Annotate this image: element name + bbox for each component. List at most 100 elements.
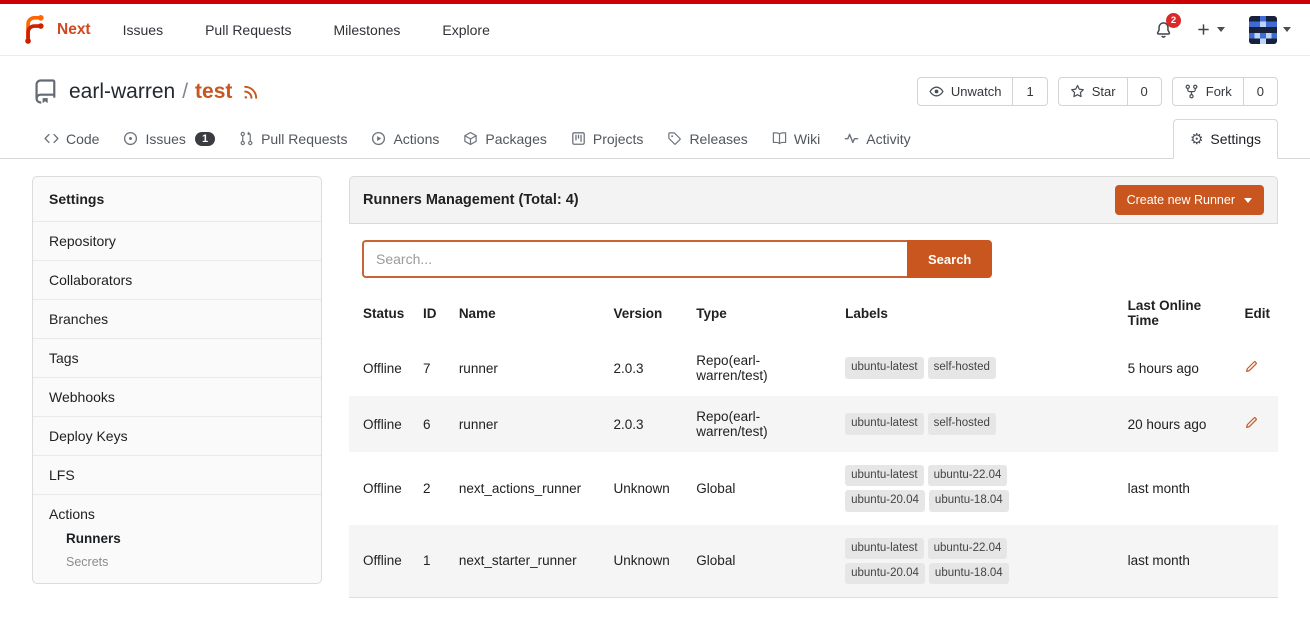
tab-code[interactable]: Code xyxy=(32,119,111,158)
settings-sidebar: Settings Repository Collaborators Branch… xyxy=(32,176,322,584)
runner-type: Repo(earl-warren/test) xyxy=(688,340,837,396)
runner-search-input[interactable] xyxy=(362,240,907,278)
runners-table-header: Status ID Name Version Type Labels Last … xyxy=(349,286,1278,340)
gear-icon: ⚙ xyxy=(1190,132,1203,147)
runner-labels: ubuntu-latest self-hosted xyxy=(837,396,1119,452)
unwatch-button[interactable]: Unwatch xyxy=(918,78,1013,105)
runner-edit-cell-empty xyxy=(1236,452,1278,525)
brand-name: Next xyxy=(57,21,91,39)
sidebar-item-webhooks[interactable]: Webhooks xyxy=(33,377,321,416)
sidebar-item-collaborators[interactable]: Collaborators xyxy=(33,260,321,299)
sidebar-item-repository[interactable]: Repository xyxy=(33,221,321,260)
runner-last-online: last month xyxy=(1120,452,1237,525)
nav-pull-requests[interactable]: Pull Requests xyxy=(205,22,291,38)
tab-issues[interactable]: Issues 1 xyxy=(111,119,227,158)
star-button-group: Star 0 xyxy=(1058,77,1162,106)
stars-count[interactable]: 0 xyxy=(1127,78,1161,105)
runner-labels: ubuntu-latest ubuntu-22.04 ubuntu-20.04 … xyxy=(837,525,1119,598)
unwatch-label: Unwatch xyxy=(951,84,1002,99)
tab-activity[interactable]: Activity xyxy=(832,119,922,158)
code-icon xyxy=(44,131,59,146)
edit-runner-button[interactable] xyxy=(1244,415,1259,430)
runner-version: Unknown xyxy=(606,452,689,525)
forks-count[interactable]: 0 xyxy=(1243,78,1277,105)
sidebar-item-actions[interactable]: Actions Runners Secrets xyxy=(33,494,321,583)
search-button[interactable]: Search xyxy=(907,240,992,278)
nav-issues[interactable]: Issues xyxy=(123,22,163,38)
notifications-button[interactable]: 2 xyxy=(1155,21,1172,38)
runner-last-online: 5 hours ago xyxy=(1120,340,1237,396)
column-header-status: Status xyxy=(349,286,415,340)
watch-button-group: Unwatch 1 xyxy=(917,77,1048,106)
tab-pull-requests[interactable]: Pull Requests xyxy=(227,119,359,158)
chevron-down-icon xyxy=(1217,27,1225,32)
create-new-runner-button[interactable]: Create new Runner xyxy=(1115,185,1264,215)
create-new-dropdown[interactable] xyxy=(1196,22,1225,37)
top-navbar: Next Issues Pull Requests Milestones Exp… xyxy=(0,4,1310,56)
user-menu[interactable] xyxy=(1249,16,1291,44)
runner-last-online: 20 hours ago xyxy=(1120,396,1237,452)
runner-label-chip: ubuntu-latest xyxy=(845,413,924,434)
runner-labels: ubuntu-latest self-hosted xyxy=(837,340,1119,396)
nav-milestones[interactable]: Milestones xyxy=(333,22,400,38)
runner-version: 2.0.3 xyxy=(606,340,689,396)
fork-button[interactable]: Fork xyxy=(1173,78,1243,105)
repo-owner-link[interactable]: earl-warren xyxy=(69,80,175,104)
runner-version: Unknown xyxy=(606,525,689,598)
play-icon xyxy=(371,131,386,146)
sidebar-subitem-runners[interactable]: Runners xyxy=(66,531,305,546)
runner-label-chip: ubuntu-18.04 xyxy=(929,563,1009,584)
create-runner-label: Create new Runner xyxy=(1127,193,1235,207)
sidebar-subitem-secrets[interactable]: Secrets xyxy=(66,555,305,569)
repo-action-buttons: Unwatch 1 Star 0 xyxy=(917,77,1278,106)
book-icon xyxy=(772,131,787,146)
rss-icon xyxy=(242,83,260,101)
git-pull-request-icon xyxy=(239,131,254,146)
project-board-icon xyxy=(571,131,586,146)
star-button[interactable]: Star xyxy=(1059,78,1127,105)
pulse-icon xyxy=(844,131,859,146)
repo-separator: / xyxy=(182,80,188,104)
watchers-count[interactable]: 1 xyxy=(1012,78,1046,105)
runner-id: 6 xyxy=(415,396,451,452)
sidebar-actions-label: Actions xyxy=(49,506,95,522)
table-row: Offline 1 next_starter_runner Unknown Gl… xyxy=(349,525,1278,598)
table-row: Offline 6 runner 2.0.3 Repo(earl-warren/… xyxy=(349,396,1278,452)
pencil-icon xyxy=(1244,359,1259,374)
sidebar-item-branches[interactable]: Branches xyxy=(33,299,321,338)
tab-wiki[interactable]: Wiki xyxy=(760,119,832,158)
tab-packages[interactable]: Packages xyxy=(451,119,558,158)
runner-id: 7 xyxy=(415,340,451,396)
runner-status: Offline xyxy=(349,452,415,525)
issues-count-badge: 1 xyxy=(195,132,215,146)
page-content: Settings Repository Collaborators Branch… xyxy=(0,159,1310,598)
table-row: Offline 7 runner 2.0.3 Repo(earl-warren/… xyxy=(349,340,1278,396)
tab-projects[interactable]: Projects xyxy=(559,119,656,158)
sidebar-item-lfs[interactable]: LFS xyxy=(33,455,321,494)
fork-label: Fork xyxy=(1206,84,1232,99)
pencil-icon xyxy=(1244,415,1259,430)
column-header-last-online: Last Online Time xyxy=(1120,286,1237,340)
notification-count-badge: 2 xyxy=(1166,13,1181,28)
tab-actions[interactable]: Actions xyxy=(359,119,451,158)
runner-type: Global xyxy=(688,452,837,525)
sidebar-actions-submenu: Runners Secrets xyxy=(66,531,305,569)
sidebar-item-tags[interactable]: Tags xyxy=(33,338,321,377)
tab-releases[interactable]: Releases xyxy=(655,119,759,158)
tabs-spacer xyxy=(923,119,1173,158)
repo-icon xyxy=(32,78,59,105)
nav-explore[interactable]: Explore xyxy=(442,22,489,38)
runner-version: 2.0.3 xyxy=(606,396,689,452)
repo-name-link[interactable]: test xyxy=(195,80,232,104)
runner-last-online: last month xyxy=(1120,525,1237,598)
tab-settings[interactable]: ⚙ Settings xyxy=(1173,119,1278,159)
tab-label: Wiki xyxy=(794,131,820,147)
home-link[interactable]: Next xyxy=(19,15,91,45)
column-header-id: ID xyxy=(415,286,451,340)
rss-feed-button[interactable] xyxy=(242,83,260,101)
runner-label-chip: ubuntu-20.04 xyxy=(845,490,925,511)
runner-id: 1 xyxy=(415,525,451,598)
sidebar-item-deploy-keys[interactable]: Deploy Keys xyxy=(33,416,321,455)
edit-runner-button[interactable] xyxy=(1244,359,1259,374)
runner-label-chip: self-hosted xyxy=(928,357,996,378)
